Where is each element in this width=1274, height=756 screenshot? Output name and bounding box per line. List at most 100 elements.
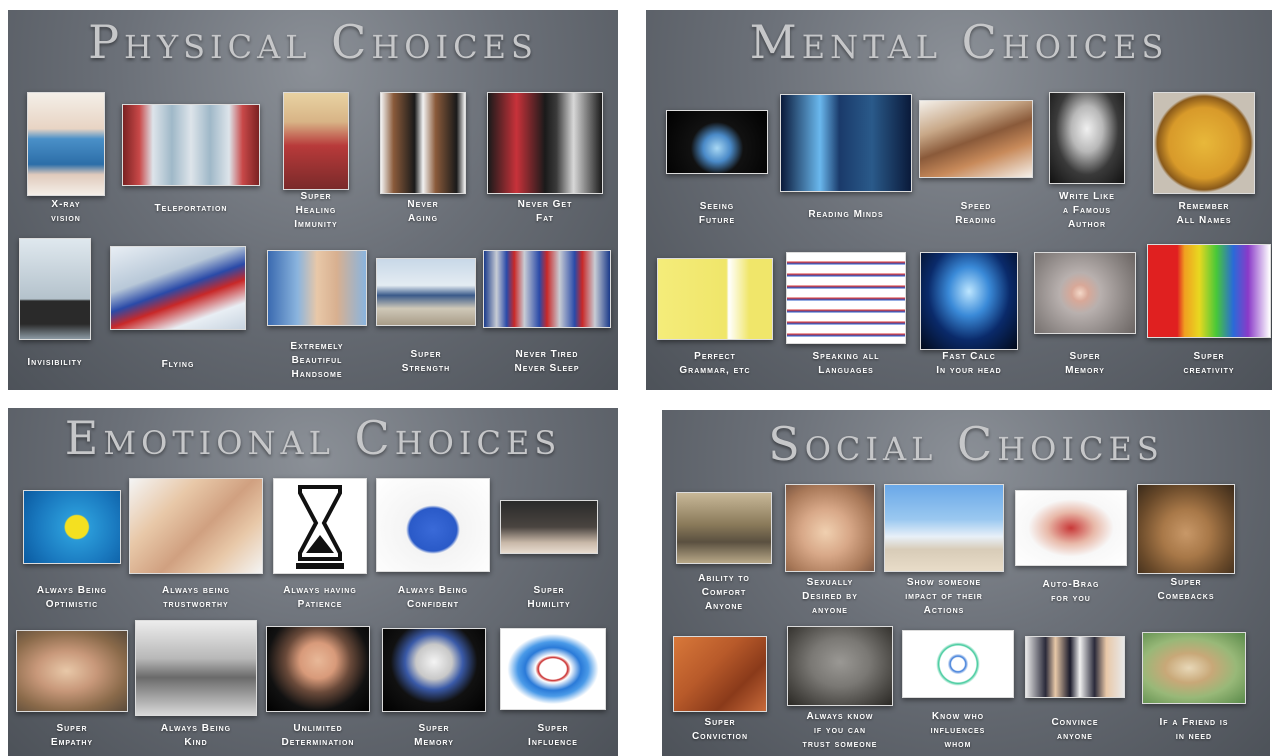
emotional-choices-panel: Emotional Choices Always Being Optimisti… xyxy=(8,408,618,756)
choice-always-being-confident: Always Being Confident xyxy=(374,478,492,628)
choice-write-like-a-famous-author: Write Like a Famous Author xyxy=(1044,92,1130,242)
choice-caption: Always Being Kind xyxy=(160,723,232,748)
choice-super-conviction: Super Conviction xyxy=(672,632,768,756)
choice-caption: Reading Minds xyxy=(808,209,884,220)
choice-speaking-all-languages: Speaking all Languages xyxy=(784,252,908,388)
choice-know-who-influences-whom: Know who influences whom xyxy=(900,630,1016,756)
choice-super-comebacks: Super Comebacks xyxy=(1136,484,1236,622)
panel-title: Emotional Choices xyxy=(64,411,562,465)
choice-auto-brag: Auto-Brag for you xyxy=(1012,490,1130,622)
choice-caption: Extremely Beautiful Handsome xyxy=(290,341,344,380)
book-pile-icon xyxy=(919,100,1033,178)
business-meeting-icon xyxy=(1025,636,1125,698)
determined-kid-icon xyxy=(266,626,370,712)
choice-caption: Show someone impact of their Actions xyxy=(905,577,983,616)
circle-of-people-icon xyxy=(500,628,606,710)
choice-caption: Flying xyxy=(161,359,195,370)
social-choices-panel: Social Choices Ability to Comfort Anyone… xyxy=(662,410,1270,756)
choice-extremely-beautiful-handsome: Extremely Beautiful Handsome xyxy=(264,238,370,380)
choice-caption: Always being trustworthy xyxy=(161,585,231,610)
choice-caption: Speed Reading xyxy=(955,201,997,226)
flying-superman-icon xyxy=(110,246,246,330)
choice-caption: Never Get Fat xyxy=(517,199,573,224)
choice-caption: Never Aging xyxy=(407,199,439,224)
choice-perfect-grammar: Perfect Grammar, etc xyxy=(654,258,776,388)
choice-ability-to-comfort-anyone: Ability to Comfort Anyone xyxy=(674,492,774,622)
trust-stone-icon xyxy=(787,626,893,706)
choice-caption: Super Strength xyxy=(401,349,451,374)
grammar-card-icon xyxy=(657,258,773,340)
panel-title: Mental Choices xyxy=(749,15,1169,69)
choice-caption: Never Tired Never Sleep xyxy=(514,349,580,374)
panel-title: Physical Choices xyxy=(88,15,538,69)
choice-caption: Auto-Brag for you xyxy=(1042,579,1100,604)
healing-woman-icon xyxy=(283,92,349,190)
choice-convince-anyone: Convince anyone xyxy=(1024,636,1126,756)
kneeling-figure-icon xyxy=(500,500,598,554)
choice-caption: Super Humility xyxy=(527,585,571,610)
choice-caption: Super Comebacks xyxy=(1157,577,1215,602)
choice-super-strength: Super Strength xyxy=(374,238,478,378)
open-hand-icon xyxy=(129,478,263,574)
choice-caption: Teleportation xyxy=(154,203,228,214)
choice-super-memory-emotional: Super Memory xyxy=(380,620,488,756)
choice-caption: Always Being Confident xyxy=(397,585,469,610)
choice-caption: Remember All Names xyxy=(1176,201,1232,226)
choice-caption: Super Influence xyxy=(528,723,578,748)
choice-always-being-kind: Always Being Kind xyxy=(132,620,260,756)
choice-caption: Convince anyone xyxy=(1051,717,1099,742)
choice-caption: Sexually Desired by anyone xyxy=(802,577,858,616)
hello-tags-icon xyxy=(786,252,906,344)
fit-women-icon xyxy=(487,92,603,194)
author-portrait-icon xyxy=(1049,92,1125,184)
choice-super-memory: Super Memory xyxy=(1032,252,1138,388)
choice-sexually-desired: Sexually Desired by anyone xyxy=(782,484,878,622)
choice-caption: Fast Calc In your head xyxy=(936,351,1002,376)
physical-choices-panel: Physical Choices X-ray vision Teleportat… xyxy=(8,10,618,390)
choice-caption: Perfect Grammar, etc xyxy=(679,351,751,376)
choice-caption: Super creativity xyxy=(1183,351,1235,376)
choice-always-being-trustworthy: Always being trustworthy xyxy=(128,478,264,628)
glowing-head-icon xyxy=(920,252,1018,350)
choice-caption: Super Healing Immunity xyxy=(294,191,338,230)
choice-seeing-future: Seeing Future xyxy=(664,92,770,242)
choice-super-creativity: Super creativity xyxy=(1146,244,1272,388)
choice-caption: Ability to Comfort Anyone xyxy=(698,573,750,612)
choice-show-someone-impact: Show someone impact of their Actions xyxy=(884,484,1004,622)
choice-teleportation: Teleportation xyxy=(116,92,266,242)
before-after-faces-icon xyxy=(380,92,466,194)
energy-drink-cans-icon xyxy=(483,250,611,328)
child-hug-icon xyxy=(16,630,128,712)
choice-caption: Super Memory xyxy=(414,723,454,748)
invisible-man-icon xyxy=(19,238,91,340)
choice-caption: Seeing Future xyxy=(698,201,736,226)
choice-caption: Always know if you can trust someone xyxy=(802,711,878,750)
smiley-balls-icon xyxy=(23,490,121,564)
panel-title: Social Choices xyxy=(768,417,1164,471)
choice-caption: Unlimited Determination xyxy=(281,723,355,748)
choice-caption: If a Friend is in need xyxy=(1159,717,1229,742)
choice-caption: Always having Patience xyxy=(283,585,357,610)
xray-scan-icon xyxy=(27,92,105,196)
cartoon-poster-icon xyxy=(382,628,486,712)
choice-never-aging: Never Aging xyxy=(378,92,468,242)
choice-caption: Speaking all Languages xyxy=(812,351,880,376)
choice-flying: Flying xyxy=(108,238,248,378)
choice-always-know-trust: Always know if you can trust someone xyxy=(786,626,894,756)
mirror-reflection-icon xyxy=(884,484,1004,572)
choice-always-being-optimistic: Always Being Optimistic xyxy=(18,478,126,628)
choice-caption: Invisibility xyxy=(27,357,83,368)
choice-invisibility: Invisibility xyxy=(12,238,98,378)
choice-if-a-friend-is-in-need: If a Friend is in need xyxy=(1140,632,1248,756)
choice-caption: Always Being Optimistic xyxy=(36,585,108,610)
name-badge-icon xyxy=(1153,92,1255,194)
choice-fast-calc: Fast Calc In your head xyxy=(916,252,1022,388)
hourglass-icon xyxy=(273,478,367,574)
mental-choices-panel: Mental Choices Seeing Future Reading Min… xyxy=(646,10,1272,390)
choice-never-tired-never-sleep: Never Tired Never Sleep xyxy=(482,238,612,378)
teleporter-icon xyxy=(122,104,260,186)
choice-caption: Know who influences whom xyxy=(930,711,986,750)
choice-unlimited-determination: Unlimited Determination xyxy=(264,620,372,756)
choice-super-humility: Super Humility xyxy=(496,478,602,628)
mind-beam-icon xyxy=(780,94,912,192)
